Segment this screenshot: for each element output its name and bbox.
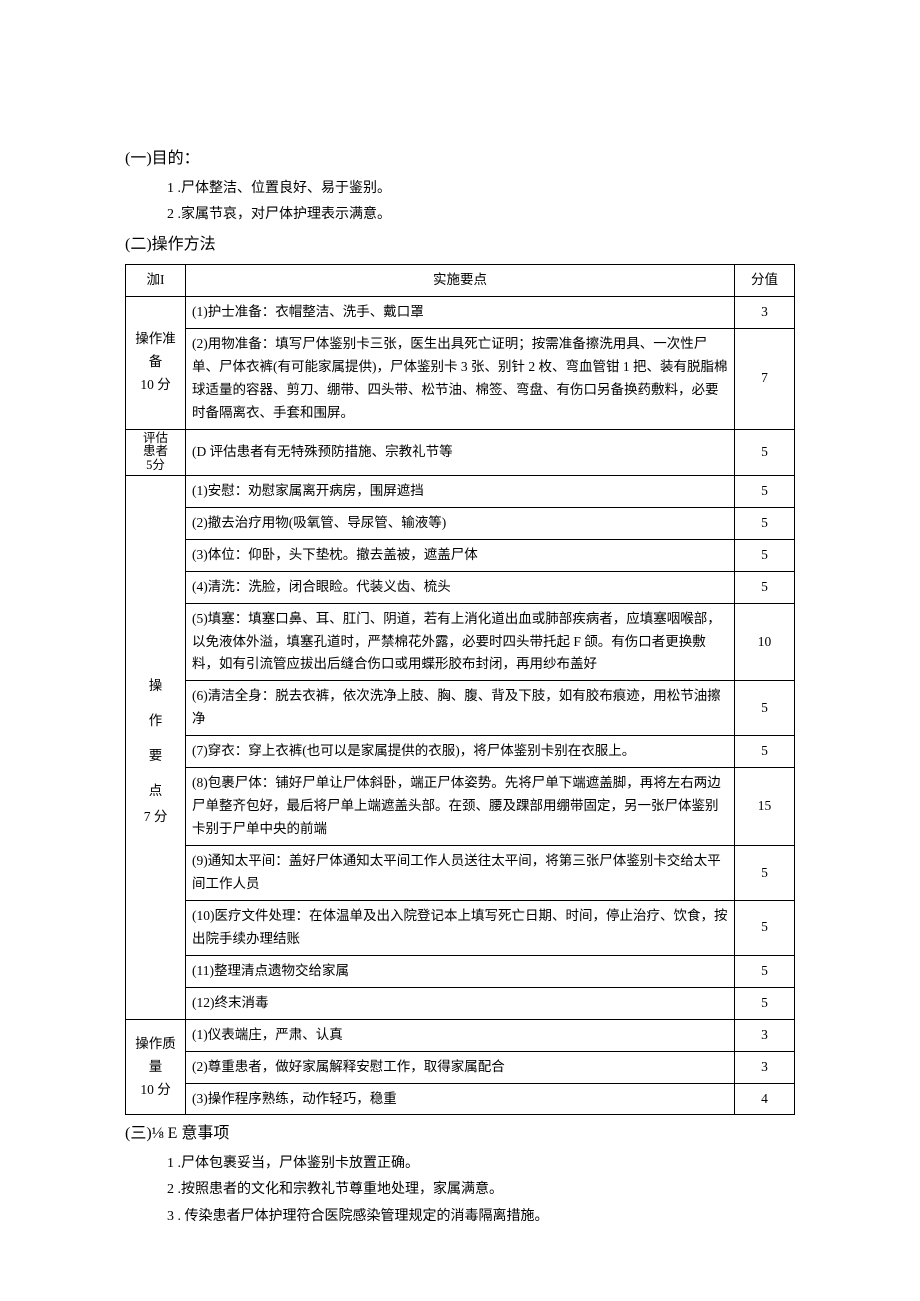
header-col3: 分值 (735, 264, 795, 296)
table-header-row: 泇I 实施要点 分值 (126, 264, 795, 296)
cell-text: (6)清洁全身：脱去衣裤，依次洗净上肢、胸、腹、背及下肢，如有胶布痕迹，用松节油… (186, 681, 735, 736)
cell-score: 5 (735, 539, 795, 571)
table-row: (3)操作程序熟练，动作轻巧，稳重 4 (126, 1083, 795, 1115)
cell-score: 5 (735, 507, 795, 539)
cell-score: 3 (735, 1051, 795, 1083)
cell-score: 5 (735, 900, 795, 955)
note-item-2: 2 .按照患者的文化和宗教礼节尊重地处理，家属满意。 (125, 1179, 795, 1201)
procedure-table: 泇I 实施要点 分值 操作准备 10 分 (1)护士准备：衣帽整洁、洗手、戴口罩… (125, 264, 795, 1116)
cell-score: 5 (735, 681, 795, 736)
category-preparation: 操作准备 10 分 (126, 296, 186, 429)
cell-text: (4)清洗：洗脸，闭合眼睑。代装义齿、梳头 (186, 571, 735, 603)
table-row: 操作质量 10 分 (1)仪表端庄，严肃、认真 3 (126, 1019, 795, 1051)
table-row: 评估 患者 5分 (D 评估患者有无特殊预防措施、宗教礼节等 5 (126, 429, 795, 475)
table-row: (2)用物准备：填写尸体鉴别卡三张，医生出具死亡证明；按需准备擦洗用具、一次性尸… (126, 328, 795, 429)
header-col1: 泇I (126, 264, 186, 296)
header-col2: 实施要点 (186, 264, 735, 296)
cell-text: (11)整理清点遗物交给家属 (186, 955, 735, 987)
note-item-1: 1 .尸体包裹妥当，尸体鉴别卡放置正确。 (125, 1153, 795, 1175)
cell-text: (2)用物准备：填写尸体鉴别卡三张，医生出具死亡证明；按需准备擦洗用具、一次性尸… (186, 328, 735, 429)
cell-text: (2)尊重患者，做好家属解释安慰工作，取得家属配合 (186, 1051, 735, 1083)
table-row: (6)清洁全身：脱去衣裤，依次洗净上肢、胸、腹、背及下肢，如有胶布痕迹，用松节油… (126, 681, 795, 736)
table-row: 操作要点7 分 (1)安慰：劝慰家属离开病房，围屏遮挡 5 (126, 475, 795, 507)
table-row: (8)包裹尸体：铺好尸单让尸体斜卧，端正尸体姿势。先将尸单下端遮盖脚，再将左右两… (126, 768, 795, 846)
cell-score: 5 (735, 475, 795, 507)
section-one-heading: (一)目的： (125, 146, 795, 172)
cell-text: (12)终末消毒 (186, 987, 735, 1019)
note-item-3: 3 . 传染患者尸体护理符合医院感染管理规定的消毒隔离措施。 (125, 1206, 795, 1228)
cell-text: (5)填塞：填塞口鼻、耳、肛门、阴道，若有上消化道出血或肺部疾病者，应填塞咽喉部… (186, 603, 735, 681)
cell-text: (1)安慰：劝慰家属离开病房，围屏遮挡 (186, 475, 735, 507)
table-row: (12)终末消毒 5 (126, 987, 795, 1019)
cell-score: 5 (735, 987, 795, 1019)
table-row: (2)撤去治疗用物(吸氧管、导尿管、输液等) 5 (126, 507, 795, 539)
cell-score: 5 (735, 736, 795, 768)
cell-score: 15 (735, 768, 795, 846)
cell-score: 4 (735, 1083, 795, 1115)
cell-text: (7)穿衣：穿上衣裤(也可以是家属提供的衣服)，将尸体鉴别卡别在衣服上。 (186, 736, 735, 768)
cell-score: 3 (735, 1019, 795, 1051)
table-row: (10)医疗文件处理：在体温单及出入院登记本上填写死亡日期、时间，停止治疗、饮食… (126, 900, 795, 955)
cell-text: (D 评估患者有无特殊预防措施、宗教礼节等 (186, 429, 735, 475)
table-row: (5)填塞：填塞口鼻、耳、肛门、阴道，若有上消化道出血或肺部疾病者，应填塞咽喉部… (126, 603, 795, 681)
cell-text: (9)通知太平间：盖好尸体通知太平间工作人员送往太平间，将第三张尸体鉴别卡交给太… (186, 846, 735, 901)
table-row: 操作准备 10 分 (1)护士准备：衣帽整洁、洗手、戴口罩 3 (126, 296, 795, 328)
cell-text: (1)仪表端庄，严肃、认真 (186, 1019, 735, 1051)
cell-score: 3 (735, 296, 795, 328)
table-row: (2)尊重患者，做好家属解释安慰工作，取得家属配合 3 (126, 1051, 795, 1083)
table-row: (9)通知太平间：盖好尸体通知太平间工作人员送往太平间，将第三张尸体鉴别卡交给太… (126, 846, 795, 901)
category-assessment: 评估 患者 5分 (126, 429, 186, 475)
table-row: (7)穿衣：穿上衣裤(也可以是家属提供的衣服)，将尸体鉴别卡别在衣服上。 5 (126, 736, 795, 768)
purpose-item-1: 1 .尸体整洁、位置良好、易于鉴别。 (125, 178, 795, 200)
purpose-item-2: 2 .家属节哀，对尸体护理表示满意。 (125, 204, 795, 226)
cell-text: (10)医疗文件处理：在体温单及出入院登记本上填写死亡日期、时间，停止治疗、饮食… (186, 900, 735, 955)
cell-text: (3)操作程序熟练，动作轻巧，稳重 (186, 1083, 735, 1115)
cell-score: 5 (735, 571, 795, 603)
cell-score: 10 (735, 603, 795, 681)
cell-text: (8)包裹尸体：铺好尸单让尸体斜卧，端正尸体姿势。先将尸单下端遮盖脚，再将左右两… (186, 768, 735, 846)
cell-text: (2)撤去治疗用物(吸氧管、导尿管、输液等) (186, 507, 735, 539)
cell-text: (1)护士准备：衣帽整洁、洗手、戴口罩 (186, 296, 735, 328)
table-row: (4)清洗：洗脸，闭合眼睑。代装义齿、梳头 5 (126, 571, 795, 603)
table-row: (11)整理清点遗物交给家属 5 (126, 955, 795, 987)
cell-score: 7 (735, 328, 795, 429)
cell-score: 5 (735, 955, 795, 987)
table-row: (3)体位：仰卧，头下垫枕。撤去盖被，遮盖尸体 5 (126, 539, 795, 571)
category-keypoints: 操作要点7 分 (126, 475, 186, 1019)
section-two-heading: (二)操作方法 (125, 232, 795, 258)
category-quality: 操作质量 10 分 (126, 1019, 186, 1115)
cell-score: 5 (735, 429, 795, 475)
cell-score: 5 (735, 846, 795, 901)
cell-text: (3)体位：仰卧，头下垫枕。撤去盖被，遮盖尸体 (186, 539, 735, 571)
section-three-heading: (三)⅛ E 意事项 (125, 1121, 795, 1147)
